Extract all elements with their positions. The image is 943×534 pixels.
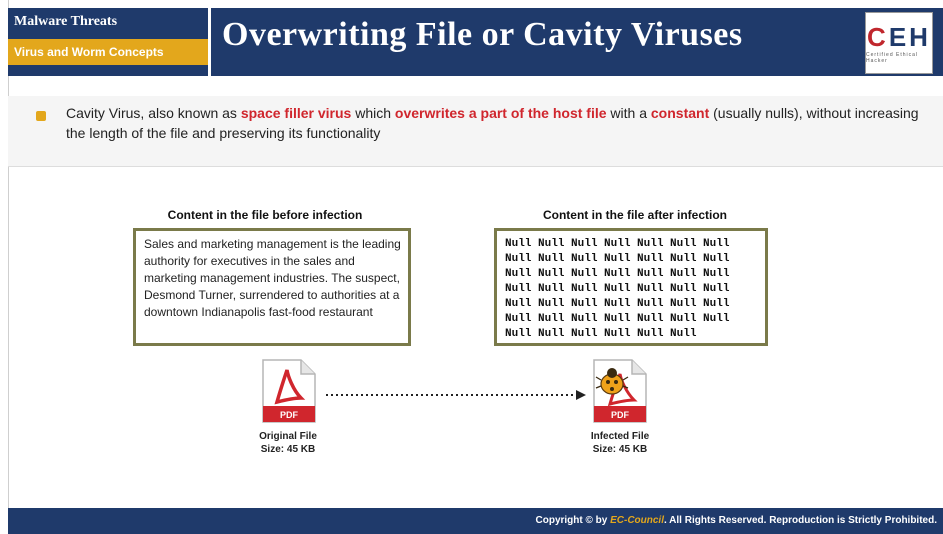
subsection-title: Virus and Worm Concepts (8, 39, 208, 65)
ceh-logo-letters: CEH (867, 22, 931, 52)
ceh-logo-c: C (867, 22, 889, 52)
infection-arrow (326, 390, 586, 400)
copyright-text: Copyright © by EC-Council. All Rights Re… (536, 515, 938, 526)
null-row: Null Null Null Null Null Null Null (505, 298, 730, 310)
copyright-post: . All Rights Reserved. Reproduction is S… (663, 515, 937, 526)
null-row: Null Null Null Null Null Null Null (505, 238, 730, 250)
slide-title: Overwriting File or Cavity Viruses (222, 16, 743, 53)
after-content-box: Null Null Null Null Null Null Null Null N… (494, 228, 768, 346)
before-content-box: Sales and marketing management is the le… (133, 228, 411, 346)
before-label: Content in the file before infection (167, 208, 363, 222)
ceh-logo: CEH Certified Ethical Hacker (865, 12, 933, 74)
infected-file-name: Infected File (590, 431, 650, 442)
null-row: Null Null Null Null Null Null Null (505, 313, 730, 325)
infected-pdf-icon: PDF (593, 359, 647, 423)
slide-header: Malware Threats Virus and Worm Concepts … (8, 8, 943, 76)
bullet-text-part: Cavity Virus, also known as (66, 105, 241, 121)
header-section-block: Malware Threats Virus and Worm Concepts (8, 8, 211, 76)
null-row: Null Null Null Null Null Null Null (505, 253, 730, 265)
left-margin (0, 0, 9, 534)
original-file-caption: Original File Size: 45 KB (240, 430, 336, 456)
infected-file-size: Size: 45 KB (592, 444, 648, 455)
ceh-logo-tagline: Certified Ethical Hacker (866, 52, 919, 64)
bullet-text-part: with a (606, 105, 651, 121)
highlight-constant: constant (650, 105, 710, 121)
highlight-overwrites: overwrites a part of the host file (394, 105, 607, 121)
original-pdf-badge: PDF (280, 410, 299, 420)
null-row: Null Null Null Null Null Null Null (505, 283, 730, 295)
slide-footer: Copyright © by EC-Council. All Rights Re… (8, 508, 943, 534)
null-grid: Null Null Null Null Null Null Null Null N… (505, 237, 729, 342)
original-file-name: Original File (259, 431, 317, 442)
infected-pdf-badge: PDF (611, 410, 630, 420)
section-title: Malware Threats (14, 14, 118, 29)
ceh-logo-eh: EH (888, 22, 931, 52)
infected-file-caption: Infected File Size: 45 KB (572, 430, 668, 456)
after-label: Content in the file after infection (542, 208, 727, 222)
highlight-space-filler: space filler virus (240, 105, 352, 121)
ec-council-brand: EC-Council (610, 515, 664, 526)
null-row: Null Null Null Null Null Null (505, 328, 697, 340)
original-file-size: Size: 45 KB (260, 444, 316, 455)
bullet-square-icon (36, 111, 46, 121)
copyright-pre: Copyright © by (535, 515, 611, 526)
before-content-text: Sales and marketing management is the le… (144, 237, 401, 319)
bullet-text-part: which (351, 105, 395, 121)
bullet-text: Cavity Virus, also known as space filler… (66, 103, 926, 143)
null-row: Null Null Null Null Null Null Null (505, 268, 730, 280)
original-pdf-icon: PDF (262, 359, 316, 423)
